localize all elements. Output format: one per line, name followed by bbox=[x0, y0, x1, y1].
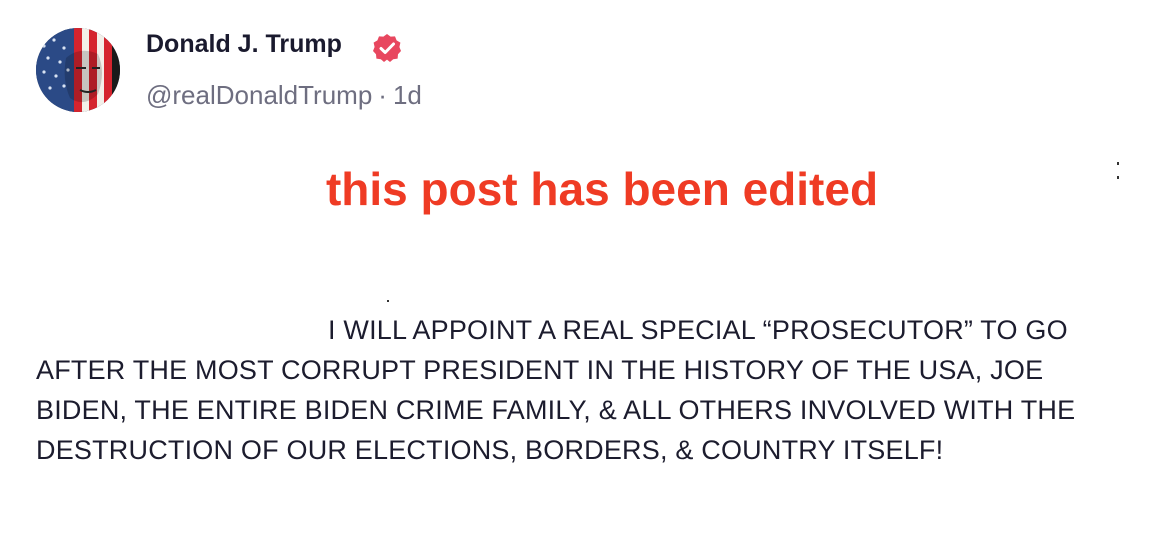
post-timestamp[interactable]: 1d bbox=[393, 80, 422, 110]
stray-mark bbox=[1117, 162, 1119, 165]
author-handle[interactable]: @realDonaldTrump bbox=[146, 80, 372, 110]
meta-separator: · bbox=[378, 80, 387, 110]
stray-mark bbox=[1117, 176, 1119, 179]
avatar[interactable] bbox=[36, 28, 120, 112]
stray-mark bbox=[387, 300, 389, 302]
post-meta: @realDonaldTrump · 1d bbox=[146, 80, 422, 111]
author-name[interactable]: Donald J. Trump bbox=[146, 30, 342, 59]
edited-banner: this post has been edited bbox=[325, 163, 879, 215]
post-body: I WILL APPOINT A REAL SPECIAL “PROSECUTO… bbox=[36, 310, 1126, 470]
avatar-image bbox=[36, 28, 120, 112]
post-text: I WILL APPOINT A REAL SPECIAL “PROSECUTO… bbox=[36, 315, 1076, 465]
verified-badge-icon bbox=[373, 34, 401, 62]
post-card: Donald J. Trump @realDonaldTrump · 1d this… bbox=[0, 0, 1162, 542]
